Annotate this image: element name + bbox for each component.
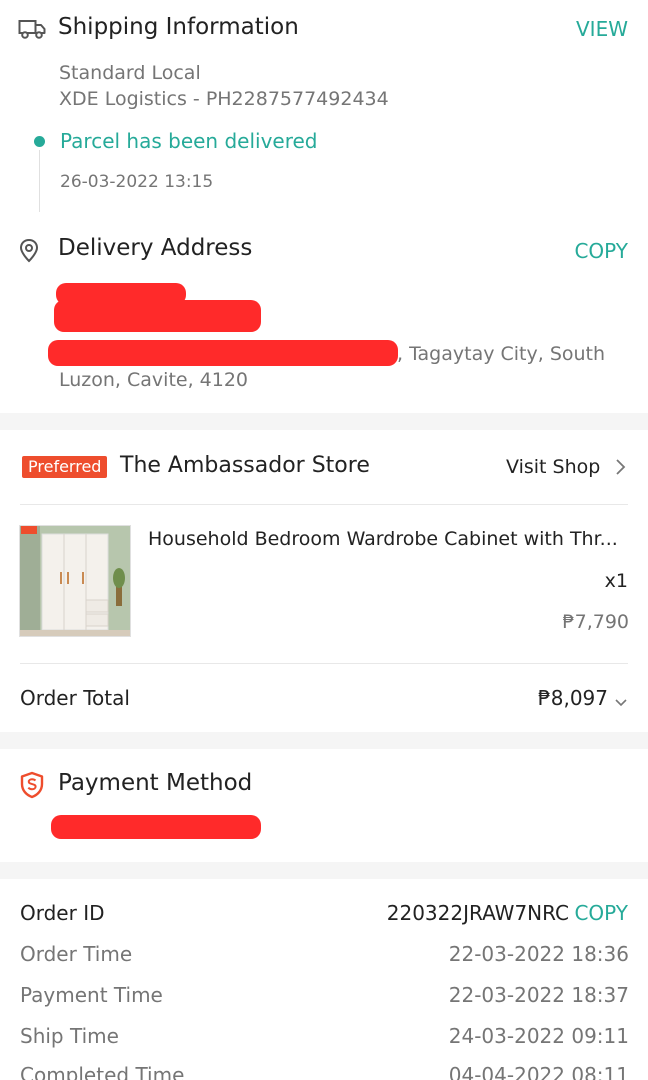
product-price: ₱7,790 xyxy=(562,611,629,633)
timeline-line xyxy=(39,150,40,212)
chevron-down-icon[interactable] xyxy=(614,693,628,707)
visit-shop-button[interactable]: Visit Shop xyxy=(506,456,600,478)
address-title: Delivery Address xyxy=(58,235,253,261)
product-thumbnail[interactable] xyxy=(19,525,131,637)
order-time-label: Order Time xyxy=(20,942,133,966)
chevron-right-icon[interactable] xyxy=(614,458,626,476)
order-time-value: 22-03-2022 18:36 xyxy=(448,942,629,966)
redacted-payment-method xyxy=(51,815,261,839)
shop-divider xyxy=(20,504,628,505)
order-total-label: Order Total xyxy=(20,686,130,710)
order-id-label: Order ID xyxy=(20,901,105,925)
view-button[interactable]: VIEW xyxy=(576,17,628,41)
delivery-status[interactable]: Parcel has been delivered xyxy=(60,129,318,153)
address-line-region: Luzon, Cavite, 4120 xyxy=(59,369,249,391)
delivery-status-time: 26-03-2022 13:15 xyxy=(60,172,214,192)
shipping-service: Standard Local xyxy=(59,62,201,84)
preferred-badge: Preferred xyxy=(22,456,108,478)
copy-order-id-button[interactable]: COPY xyxy=(574,901,628,925)
order-total-value[interactable]: ₱8,097 xyxy=(538,686,608,710)
ship-time-value: 24-03-2022 09:11 xyxy=(448,1024,629,1048)
completed-time-value: 04-04-2022 08:11 xyxy=(448,1063,629,1080)
payment-title: Payment Method xyxy=(58,770,253,796)
address-line-city: , Tagaytay City, South xyxy=(397,343,606,365)
section-gap xyxy=(0,413,648,430)
section-gap xyxy=(0,732,648,749)
completed-time-label: Completed Time xyxy=(20,1063,185,1080)
section-gap xyxy=(0,862,648,879)
status-dot xyxy=(34,136,45,147)
shop-name[interactable]: The Ambassador Store xyxy=(120,453,370,478)
location-pin-icon xyxy=(19,238,39,264)
ship-time-label: Ship Time xyxy=(20,1024,119,1048)
copy-address-button[interactable]: COPY xyxy=(574,239,628,263)
payment-time-label: Payment Time xyxy=(20,983,163,1007)
payment-time-value: 22-03-2022 18:37 xyxy=(448,983,629,1007)
product-title[interactable]: Household Bedroom Wardrobe Cabinet with … xyxy=(148,528,628,550)
redacted-street xyxy=(48,340,398,366)
order-id-value: 220322JRAW7NRC xyxy=(386,901,569,925)
shipping-title: Shipping Information xyxy=(58,14,299,40)
shield-icon xyxy=(19,771,45,799)
product-divider xyxy=(20,663,628,664)
redacted-phone xyxy=(54,300,261,332)
truck-icon xyxy=(18,18,46,40)
product-quantity: x1 xyxy=(604,570,628,592)
shipping-courier: XDE Logistics - PH2287577492434 xyxy=(59,88,389,110)
